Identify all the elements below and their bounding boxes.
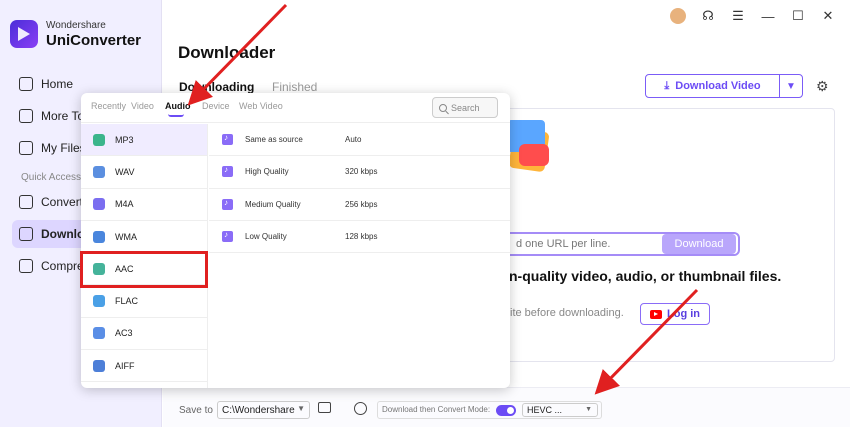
convert-mode-box: Download then Convert Mode: HEVC ... ▼ — [377, 401, 602, 419]
tab-audio[interactable]: Audio — [165, 101, 191, 111]
download-icon — [19, 227, 33, 241]
folder-icon[interactable] — [318, 402, 331, 413]
close-icon[interactable]: ✕ — [820, 8, 836, 24]
compress-icon — [19, 259, 33, 273]
clock-icon[interactable] — [354, 402, 367, 415]
login-button[interactable]: Log in — [640, 303, 710, 325]
media-illustration-icon — [507, 120, 552, 180]
format-item-wav[interactable]: WAV — [81, 156, 207, 189]
login-hint: ite before downloading. — [510, 307, 624, 319]
convert-mode-toggle[interactable] — [496, 405, 516, 416]
ac3-icon — [93, 327, 105, 340]
save-path-select[interactable]: C:\Wondershare ▼ — [217, 401, 310, 419]
format-popup: Recently Video Audio Device Web Video Se… — [81, 93, 510, 388]
quality-item-high[interactable]: High Quality320 kbps — [209, 156, 510, 189]
search-icon — [439, 103, 447, 112]
quality-item-medium[interactable]: Medium Quality256 kbps — [209, 189, 510, 221]
feature-headline: n-quality video, audio, or thumbnail fil… — [509, 268, 782, 284]
home-icon — [19, 77, 33, 91]
tab-video[interactable]: Video — [131, 101, 154, 111]
tab-device[interactable]: Device — [202, 101, 230, 111]
music-note-icon — [222, 165, 233, 178]
quick-access-label: Quick Access — [21, 172, 82, 183]
youtube-icon — [650, 309, 662, 319]
window-controls: ☊ ☰ — ☐ ✕ — [670, 8, 836, 24]
headset-icon[interactable]: ☊ — [700, 8, 716, 24]
format-search-input[interactable]: Search — [432, 97, 498, 118]
m4a-icon — [93, 198, 105, 211]
gear-icon[interactable]: ⚙ — [816, 78, 829, 95]
format-item-flac[interactable]: FLAC — [81, 285, 207, 318]
tab-finished[interactable]: Finished — [272, 80, 317, 94]
format-item-aiff[interactable]: AIFF — [81, 350, 207, 383]
download-video-button[interactable]: ⤓ Download Video ▼ — [645, 74, 803, 98]
wav-icon — [93, 165, 105, 178]
chevron-down-icon[interactable]: ▼ — [780, 75, 802, 97]
uniconverter-logo-icon — [10, 20, 38, 48]
convert-mode-label: Download then Convert Mode: — [382, 405, 491, 414]
url-input[interactable]: d one URL per line. Download — [500, 232, 740, 256]
chevron-down-icon: ▼ — [297, 404, 305, 413]
url-placeholder: d one URL per line. — [516, 238, 611, 250]
chevron-down-icon: ▼ — [585, 406, 592, 413]
music-note-icon — [222, 198, 233, 210]
codec-select[interactable]: HEVC ... ▼ — [522, 403, 598, 417]
quality-item-low[interactable]: Low Quality128 kbps — [209, 221, 510, 254]
brand-big: UniConverter — [46, 31, 142, 49]
flac-icon — [93, 295, 105, 308]
page-title: Downloader — [178, 43, 276, 62]
app-logo: Wondershare UniConverter — [10, 20, 141, 48]
mp3-icon — [93, 133, 105, 146]
convert-icon — [19, 195, 33, 209]
files-icon — [19, 141, 33, 155]
save-to-label: Save to — [179, 405, 213, 416]
music-note-icon — [222, 230, 233, 243]
annotation-highlight-box — [80, 251, 208, 288]
format-item-ac3[interactable]: AC3 — [81, 318, 207, 351]
minimize-icon[interactable]: — — [760, 9, 776, 24]
quality-list: Same as sourceAuto High Quality320 kbps … — [209, 124, 510, 254]
format-item-mp3[interactable]: MP3 — [81, 124, 207, 157]
format-tabs: Recently Video Audio Device Web Video Se… — [81, 93, 510, 123]
tab-recently[interactable]: Recently — [91, 101, 126, 111]
format-item-m4a[interactable]: M4A — [81, 189, 207, 221]
quality-item-source[interactable]: Same as sourceAuto — [209, 124, 510, 157]
url-download-button[interactable]: Download — [662, 234, 736, 254]
format-item-wma[interactable]: WMA — [81, 221, 207, 254]
music-note-icon — [222, 133, 233, 146]
aiff-icon — [93, 359, 105, 372]
grid-icon — [19, 109, 33, 123]
brand-small: Wondershare — [46, 19, 106, 31]
tab-web-video[interactable]: Web Video — [239, 101, 283, 111]
maximize-icon[interactable]: ☐ — [790, 8, 806, 24]
tab-downloading[interactable]: Downloading — [179, 80, 254, 94]
menu-icon[interactable]: ☰ — [730, 8, 746, 24]
avatar[interactable] — [670, 8, 686, 24]
save-bar: Save to C:\Wondershare ▼ Download then C… — [163, 387, 850, 427]
wma-icon — [93, 230, 105, 243]
download-arrow-icon: ⤓ — [664, 79, 670, 92]
tab-audio-underline — [168, 114, 184, 117]
